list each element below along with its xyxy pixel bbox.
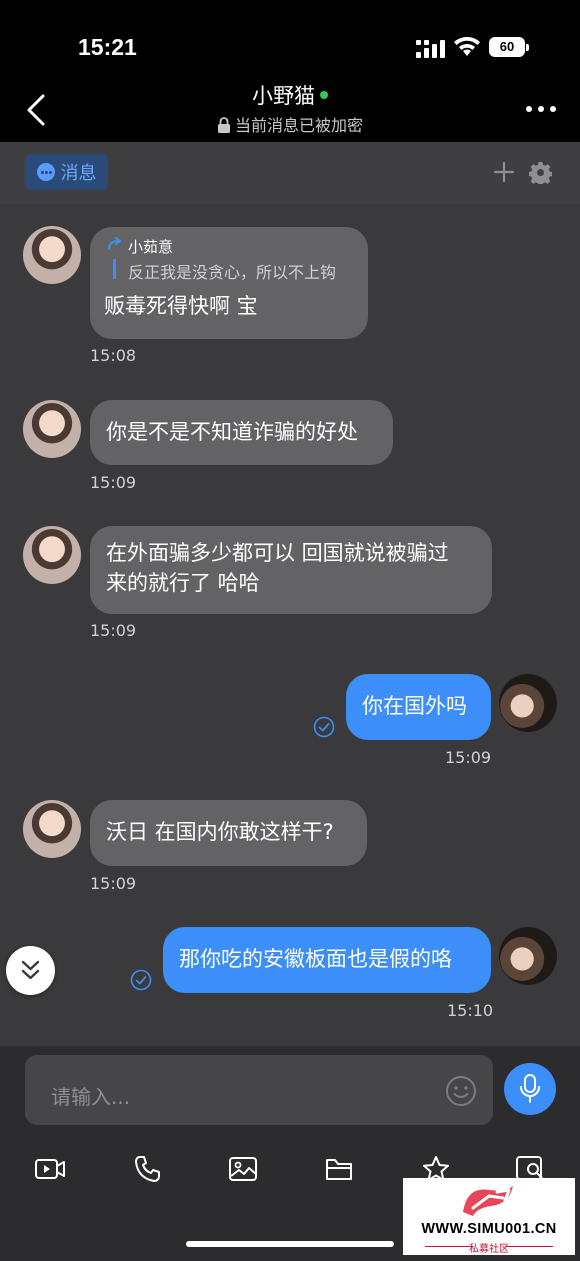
scroll-to-bottom-button[interactable] [6, 946, 55, 995]
wifi-icon [454, 36, 480, 56]
lock-icon [217, 117, 230, 133]
status-bar: 15:21 60 [0, 0, 580, 80]
tab-messages-label: 消息 [60, 163, 97, 184]
message-time: 15:09 [90, 473, 137, 492]
message-bubble-sent[interactable]: 你在国外吗 [346, 674, 491, 740]
message-bubble[interactable]: 在外面骗多少都可以 回国就说被骗过 来的就行了 哈哈 [90, 526, 492, 614]
contact-avatar[interactable] [23, 800, 81, 858]
read-check-icon [313, 716, 335, 738]
contact-name[interactable]: 小野猫 [252, 80, 328, 110]
message-input[interactable]: 请输入... [25, 1055, 493, 1125]
chat-header: 小野猫 当前消息已被加密 [0, 80, 580, 142]
message-bubble-icon [36, 163, 55, 181]
message-time: 15:09 [445, 748, 492, 767]
my-avatar[interactable] [499, 927, 557, 985]
message-text-line: 在外面骗多少都可以 回国就说被骗过 [106, 541, 449, 565]
battery-icon: 60 [489, 37, 529, 57]
tab-messages[interactable]: 消息 [25, 154, 108, 190]
video-call-icon[interactable] [34, 1154, 66, 1184]
my-avatar[interactable] [499, 674, 557, 732]
message-text: 那你吃的安徽板面也是假的咯 [179, 947, 452, 971]
home-indicator [186, 1241, 394, 1247]
message-input-placeholder: 请输入... [51, 1085, 131, 1109]
battery-level: 60 [489, 37, 525, 57]
phone-icon[interactable] [132, 1154, 164, 1184]
contact-avatar[interactable] [23, 400, 81, 458]
more-options-icon[interactable] [526, 106, 556, 114]
message-text: 沃日 在国内你敢这样干? [106, 820, 334, 844]
encryption-text: 当前消息已被加密 [234, 116, 363, 135]
message-time: 15:08 [90, 346, 137, 365]
message-time: 15:09 [90, 621, 137, 640]
cellular-signal-icon [416, 40, 445, 58]
quote-bar [113, 259, 116, 279]
chat-toolbar: 消息 [0, 142, 580, 204]
message-bubble[interactable]: 沃日 在国内你敢这样干? [90, 800, 367, 866]
plus-icon[interactable] [493, 161, 515, 183]
online-status-dot [320, 91, 328, 99]
encryption-notice: 当前消息已被加密 [0, 112, 580, 136]
message-text: 你是不是不知道诈骗的好处 [106, 420, 358, 444]
double-chevron-down-icon [21, 960, 40, 980]
message-text: 贩毒死得快啊 宝 [104, 294, 258, 318]
reply-arrow-icon [108, 237, 122, 250]
contact-avatar[interactable] [23, 226, 81, 284]
quoted-sender: 小茹意 [128, 238, 174, 256]
microphone-icon [520, 1074, 540, 1103]
message-text-line: 来的就行了 哈哈 [106, 571, 260, 595]
watermark-label: 私募社区 [469, 1244, 509, 1255]
folder-icon[interactable] [324, 1154, 356, 1184]
voice-input-button[interactable] [504, 1063, 556, 1115]
emoji-icon[interactable] [445, 1075, 477, 1107]
image-icon[interactable] [228, 1154, 260, 1184]
watermark-url: WWW.SIMU001.CN [421, 1221, 557, 1237]
quoted-text: 反正我是没贪心，所以不上钩 [128, 263, 337, 282]
message-bubble-sent[interactable]: 那你吃的安徽板面也是假的咯 [163, 927, 491, 993]
message-bubble[interactable]: 你是不是不知道诈骗的好处 [90, 400, 393, 465]
watermark: WWW.SIMU001.CN 私募社区 [403, 1178, 575, 1255]
read-check-icon [130, 969, 152, 991]
status-time: 15:21 [78, 34, 137, 60]
message-text: 你在国外吗 [362, 694, 467, 718]
message-time: 15:10 [447, 1001, 494, 1020]
watermark-logo [463, 1186, 513, 1216]
message-time: 15:09 [90, 874, 137, 893]
gear-icon[interactable] [529, 161, 552, 184]
contact-avatar[interactable] [23, 526, 81, 584]
